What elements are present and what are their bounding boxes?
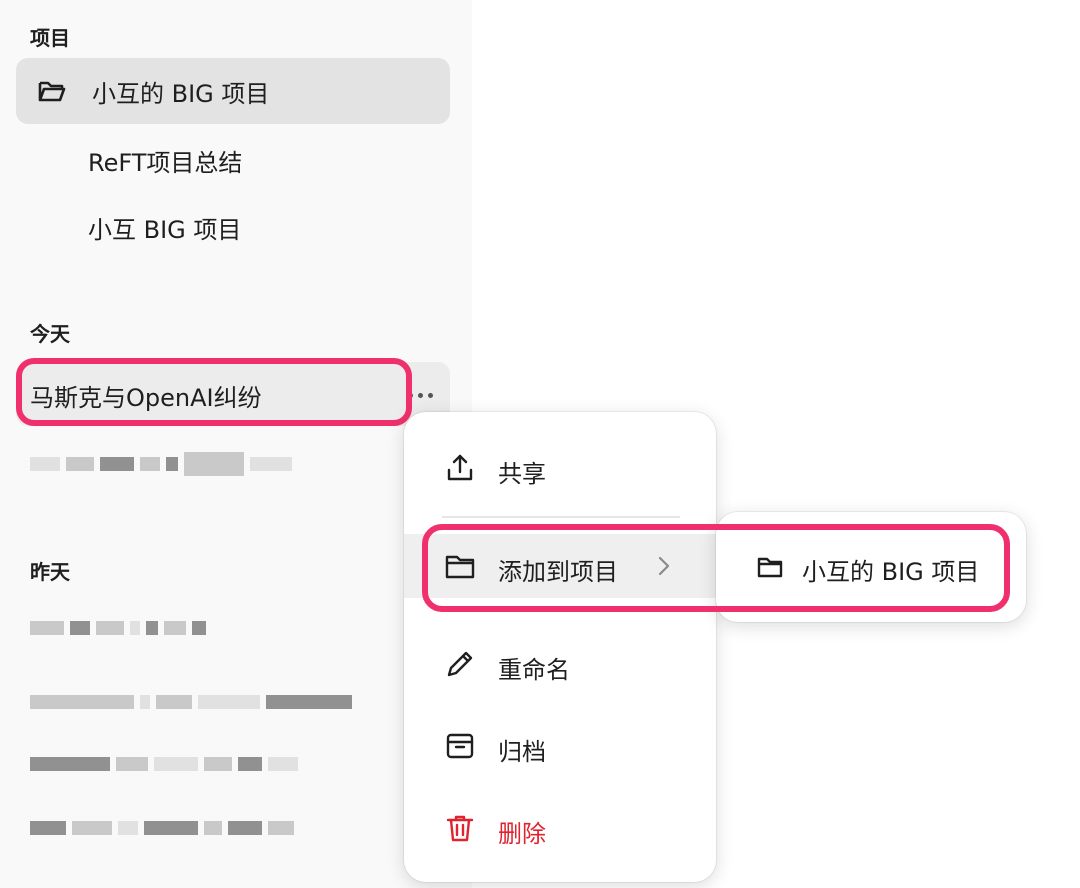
projects-heading: 项目 [30,26,70,50]
menu-item-share[interactable]: 共享 [404,436,716,500]
yesterday-heading: 昨天 [30,560,70,584]
chat-title: 马斯克与OpenAI纠纷 [30,384,262,412]
menu-label: 添加到项目 [498,558,618,586]
folder-icon [445,555,475,579]
project-item-xiaohu-big[interactable]: 小互的 BIG 项目 [16,58,450,124]
chat-item-redacted[interactable] [30,694,352,710]
submenu-project-item[interactable]: 小互的 BIG 项目 [802,552,979,587]
context-menu: 共享 添加到项目 重命名 归档 删除 [404,412,716,882]
sidebar: 项目 小互的 BIG 项目 ReFT项目总结 小互 BIG 项目 今天 马斯克与… [0,0,472,888]
menu-label: 共享 [498,460,546,488]
trash-icon [446,815,474,842]
chevron-right-icon [658,556,670,576]
menu-divider [442,516,680,518]
chat-item-redacted[interactable] [30,620,206,636]
project-label: 小互的 BIG 项目 [92,79,270,108]
menu-label: 删除 [498,820,546,848]
chat-item-selected[interactable]: 马斯克与OpenAI纠纷 [16,362,450,426]
more-options-icon[interactable] [408,393,433,398]
menu-item-add-to-project[interactable]: 添加到项目 [404,534,716,598]
menu-item-archive[interactable]: 归档 [404,714,716,778]
menu-item-rename[interactable]: 重命名 [404,632,716,696]
folder-open-icon [38,81,66,102]
project-submenu: 小互的 BIG 项目 [716,512,1026,622]
menu-item-delete[interactable]: 删除 [404,796,716,860]
project-item-xiaohu-big-2[interactable]: 小互 BIG 项目 [88,210,241,245]
chat-item-redacted[interactable] [30,820,294,836]
menu-label: 归档 [498,738,546,766]
chat-item-redacted[interactable] [30,452,292,476]
menu-label: 重命名 [498,656,570,684]
today-heading: 今天 [30,322,70,346]
archive-icon [446,733,474,759]
folder-icon [757,557,783,578]
chat-item-redacted[interactable] [30,756,298,772]
project-item-reft[interactable]: ReFT项目总结 [88,143,242,178]
share-upload-icon [447,454,473,481]
pencil-icon [447,651,473,677]
